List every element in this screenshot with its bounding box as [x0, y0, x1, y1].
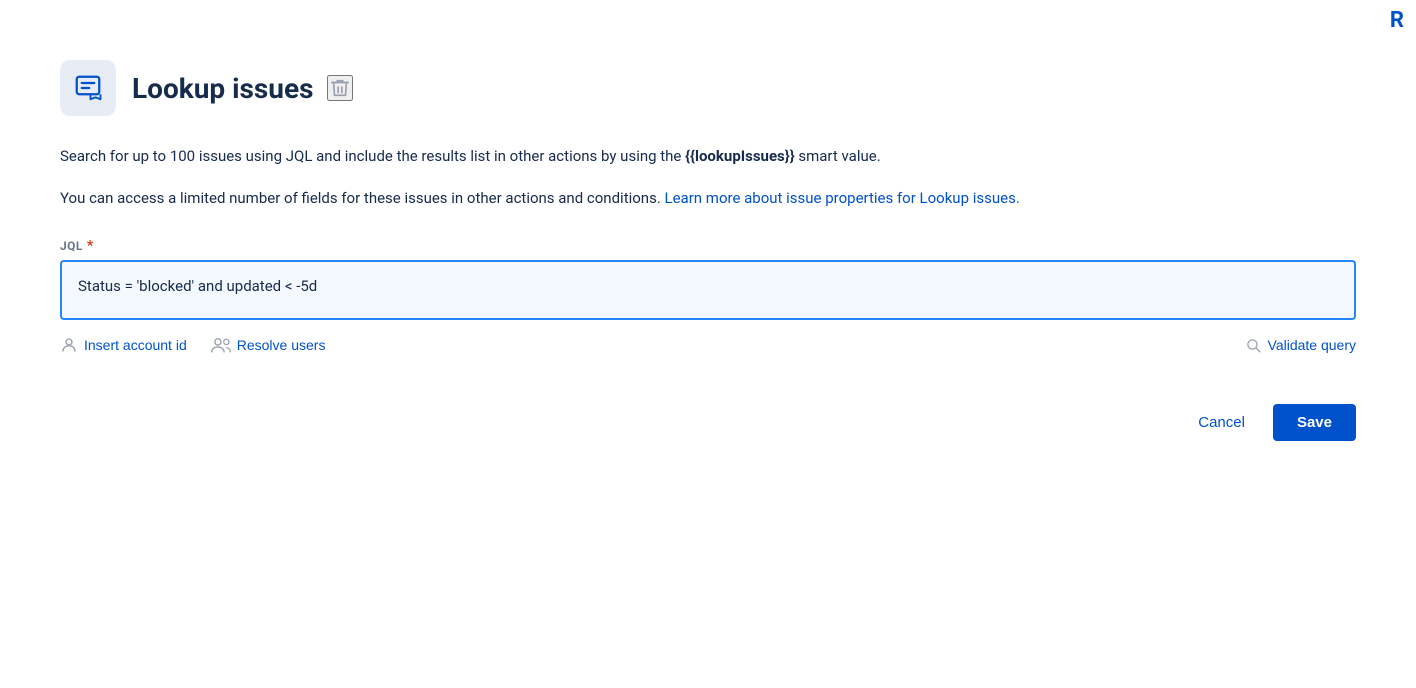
jql-field-container: JQL * Status = 'blocked' and updated < -… [60, 238, 1356, 324]
account-icon [60, 336, 78, 354]
desc2-prefix: You can access a limited number of field… [60, 189, 665, 207]
corner-letter: R [1390, 8, 1404, 33]
learn-more-link[interactable]: Learn more about issue properties for Lo… [665, 189, 1020, 207]
left-actions: Insert account id Resolve users [60, 336, 325, 354]
delete-button[interactable] [327, 75, 353, 101]
insert-account-id-button[interactable]: Insert account id [60, 336, 187, 354]
magnify-icon [1245, 337, 1262, 354]
top-right-corner: R [1378, 0, 1416, 41]
jql-input[interactable]: Status = 'blocked' and updated < -5d [60, 260, 1356, 320]
actions-row: Insert account id Resolve users Validate… [60, 336, 1356, 354]
description-1: Search for up to 100 issues using JQL an… [60, 144, 1260, 168]
resolve-users-button[interactable]: Resolve users [211, 336, 326, 354]
insert-account-id-label: Insert account id [84, 337, 187, 353]
required-indicator: * [87, 238, 94, 254]
icon-box [60, 60, 116, 116]
footer-buttons: Cancel Save [60, 404, 1356, 441]
resolve-users-label: Resolve users [237, 337, 326, 353]
trash-icon [329, 77, 351, 99]
lookup-issues-icon [73, 73, 103, 103]
validate-query-button[interactable]: Validate query [1245, 337, 1356, 354]
desc1-prefix: Search for up to 100 issues using JQL an… [60, 147, 685, 165]
jql-label: JQL * [60, 238, 1356, 254]
search-icon [1245, 337, 1262, 354]
description-2: You can access a limited number of field… [60, 186, 1260, 210]
title-area: Lookup issues [132, 72, 353, 105]
desc1-suffix: smart value. [795, 147, 881, 165]
smart-value: {{lookupIssues}} [685, 147, 795, 165]
jql-label-text: JQL [60, 239, 83, 253]
cancel-button[interactable]: Cancel [1182, 404, 1261, 441]
person-icon [60, 336, 78, 354]
validate-query-label: Validate query [1268, 337, 1356, 353]
resolve-users-icon [211, 336, 231, 354]
page-title: Lookup issues [132, 72, 313, 105]
save-button[interactable]: Save [1273, 404, 1356, 441]
users-icon [211, 336, 231, 354]
header: Lookup issues [60, 60, 1356, 116]
